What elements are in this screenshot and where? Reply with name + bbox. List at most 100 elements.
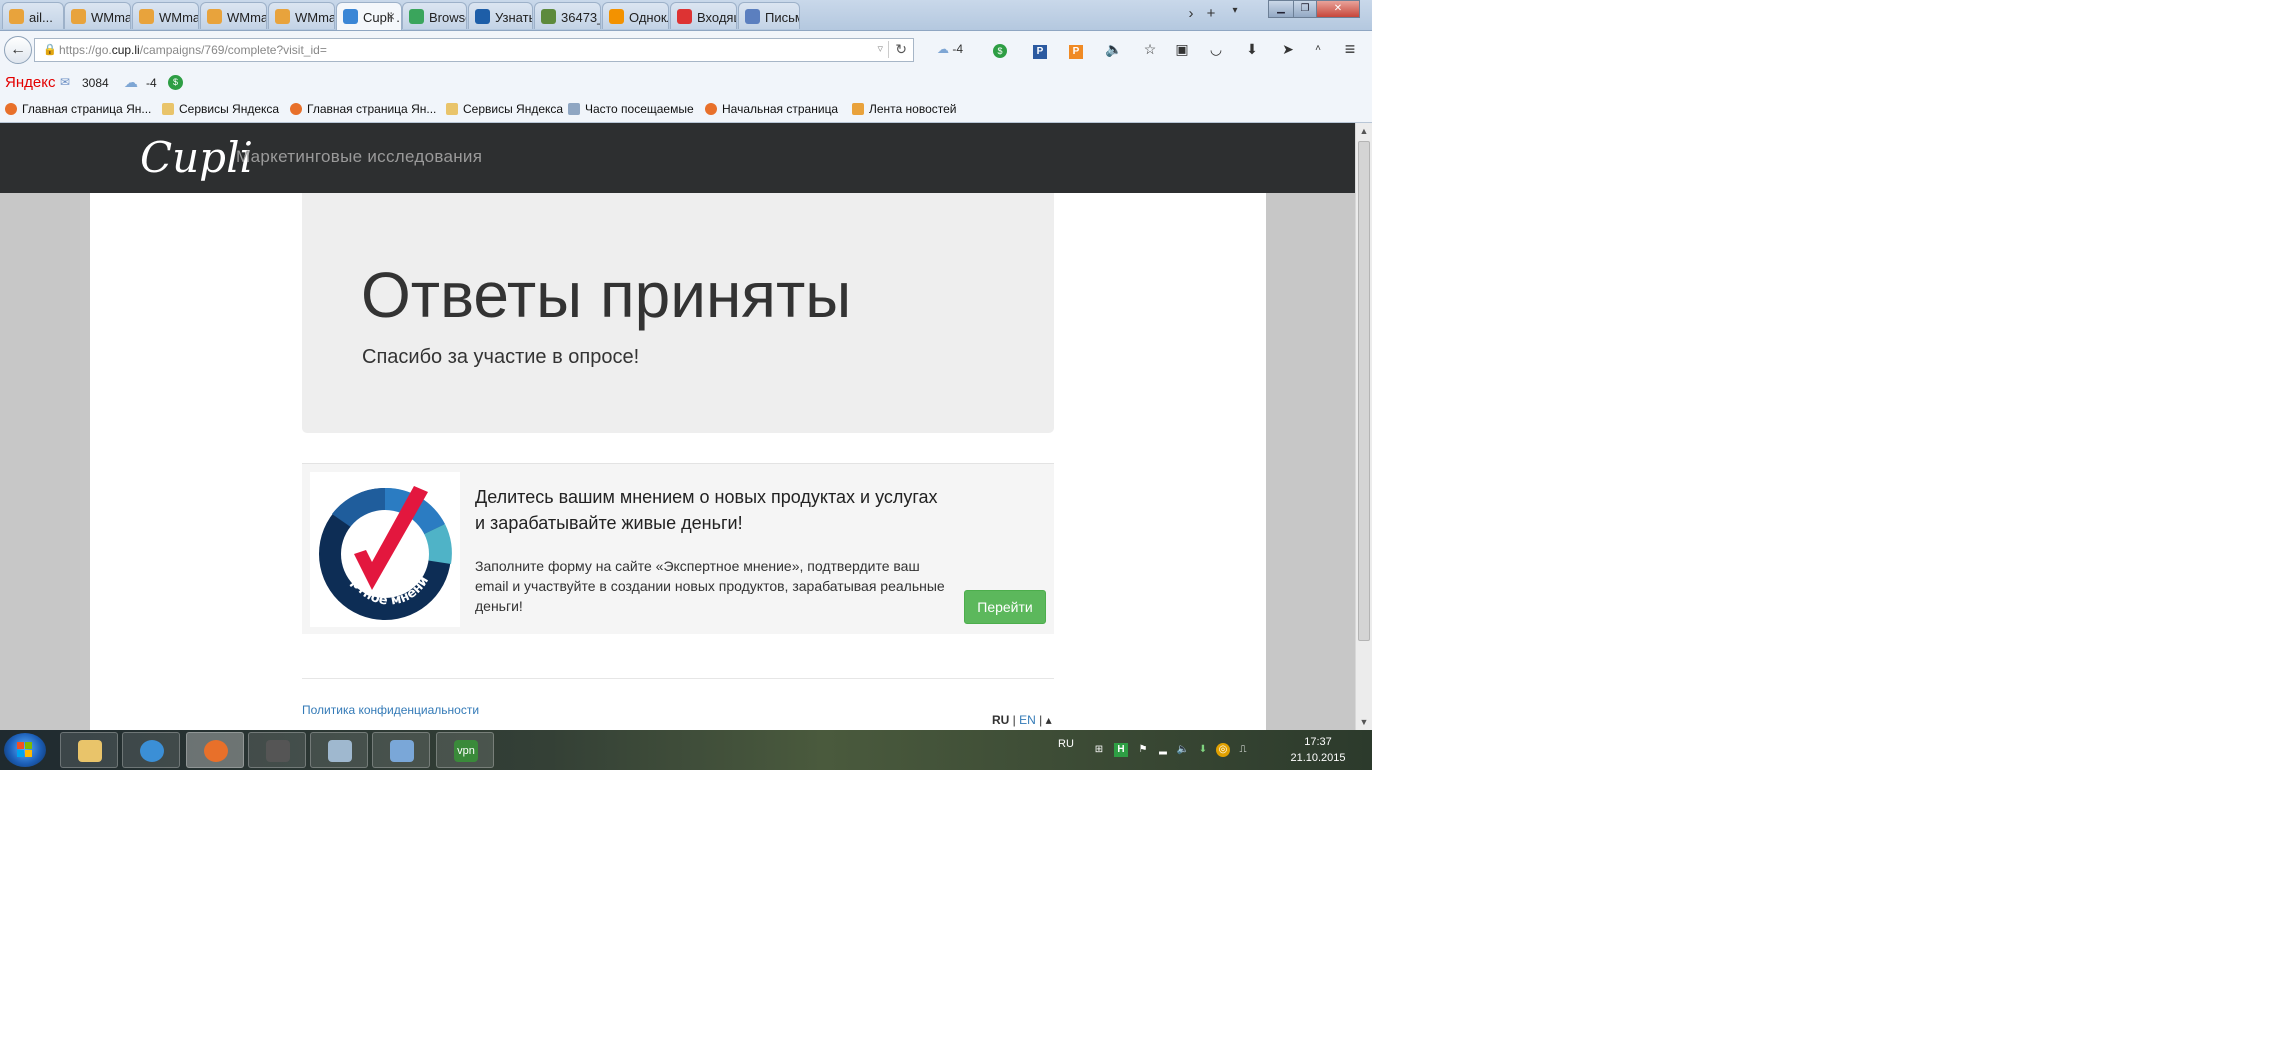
page-icon xyxy=(568,103,580,115)
tabs-scroll-right-icon[interactable]: › xyxy=(1182,5,1200,22)
lang-ru[interactable]: RU xyxy=(992,713,1009,727)
tab-2[interactable]: WMmail.... xyxy=(64,2,131,29)
bookmark-star-icon[interactable]: ☆ xyxy=(1140,39,1160,59)
bookmark-item[interactable]: Главная страница Ян... xyxy=(5,102,151,116)
start-button[interactable] xyxy=(4,733,46,767)
tray-app-icon[interactable]: ⬇ xyxy=(1196,743,1210,757)
r-extension-icon[interactable]: P xyxy=(1066,39,1086,59)
tab-4[interactable]: WMmail.... xyxy=(200,2,267,29)
taskbar-button[interactable] xyxy=(60,732,118,768)
usb-icon[interactable]: ⎍ xyxy=(1236,743,1250,757)
mail-icon[interactable]: ✉ xyxy=(60,75,70,89)
site-header: Cupli Маркетинговые исследования xyxy=(0,123,1355,193)
bookmark-item[interactable]: Сервисы Яндекса xyxy=(446,102,563,116)
mail-count[interactable]: 3084 xyxy=(82,76,109,90)
money-icon[interactable]: $ xyxy=(168,75,183,90)
reload-icon[interactable]: ↻ xyxy=(888,41,907,58)
wmmail-icon xyxy=(71,9,86,24)
weather-widget[interactable]: ☁ -4 xyxy=(930,39,970,59)
tab-label: 36473_Be... xyxy=(561,10,600,25)
lang-menu-toggle[interactable]: | ▴ xyxy=(1036,713,1051,727)
bookmark-item[interactable]: Лента новостей xyxy=(852,102,957,116)
clock[interactable]: 17:37 21.10.2015 xyxy=(1278,734,1358,766)
url-text[interactable]: https://go.cup.li/campaigns/769/complete… xyxy=(59,43,327,57)
menu-icon[interactable]: ≡ xyxy=(1340,39,1360,59)
tab-1[interactable]: ail... xyxy=(2,2,64,29)
yandex-logo[interactable]: Яндекс xyxy=(5,74,55,91)
tab-6[interactable]: Cupli ...× xyxy=(336,2,402,30)
bookmarks-bar: Главная страница Ян... Сервисы Яндекса Гла… xyxy=(0,98,1372,123)
minimize-button[interactable]: ▁ xyxy=(1268,0,1294,18)
taskbar-button[interactable] xyxy=(310,732,368,768)
footer-divider xyxy=(302,678,1054,679)
bookmark-label: Главная страница Ян... xyxy=(307,102,437,116)
tab-12[interactable]: Письмо ... xyxy=(738,2,800,29)
tab-label: WMmail.... xyxy=(159,10,199,25)
mail-icon xyxy=(9,9,24,24)
h-app-icon[interactable]: H xyxy=(1114,743,1128,757)
navigation-bar: ← 🔒 https://go.cup.li/campaigns/769/comp… xyxy=(0,31,1372,68)
speaker-icon[interactable]: 🔈 xyxy=(1104,39,1124,59)
taskbar-button[interactable]: vpn xyxy=(436,732,494,768)
yandex-weather[interactable]: -4 xyxy=(146,76,157,90)
download-icon[interactable]: ⬇ xyxy=(1242,39,1262,59)
close-window-button[interactable]: ✕ xyxy=(1316,0,1360,18)
yandex-bar: Яндекс ✉ 3084 ☁ -4 $ xyxy=(0,68,1372,98)
keyboard-language[interactable]: RU xyxy=(1058,738,1074,750)
tab-10[interactable]: Однокла... xyxy=(602,2,669,29)
taskbar-button[interactable] xyxy=(122,732,180,768)
url-dropdown-icon[interactable]: ▿ xyxy=(877,42,883,55)
taskbar-button[interactable] xyxy=(248,732,306,768)
chevron-up-icon[interactable]: ˄ xyxy=(1308,39,1328,59)
tab-3[interactable]: WMmail.... xyxy=(132,2,199,29)
wmmail-icon xyxy=(207,9,222,24)
tab-label: Однокла... xyxy=(629,10,668,25)
url-bar[interactable]: 🔒 https://go.cup.li/campaigns/769/comple… xyxy=(34,38,914,62)
photo-viewer-icon xyxy=(390,740,414,762)
app-icon xyxy=(328,740,352,762)
windows-flag-icon[interactable]: ⊞ xyxy=(1092,743,1106,757)
tab-list-icon[interactable]: ▾ xyxy=(1226,5,1244,16)
bookmark-item[interactable]: Главная страница Ян... xyxy=(290,102,436,116)
explorer-icon xyxy=(78,740,102,762)
privacy-policy-link[interactable]: Политика конфиденциальности xyxy=(302,703,479,717)
cloud-icon[interactable]: ☁ xyxy=(124,74,138,91)
volume-icon[interactable]: 🔈 xyxy=(1176,743,1190,757)
vertical-scrollbar[interactable]: ▲ ▼ xyxy=(1355,123,1372,730)
back-button[interactable]: ← xyxy=(4,36,32,64)
taskbar-button[interactable] xyxy=(186,732,244,768)
tab-11[interactable]: Входящи... xyxy=(670,2,737,29)
lang-en[interactable]: EN xyxy=(1019,713,1036,727)
scroll-down-icon[interactable]: ▼ xyxy=(1356,714,1372,730)
p-extension-icon[interactable]: P xyxy=(1030,39,1050,59)
go-button[interactable]: Перейти xyxy=(964,590,1046,624)
taskbar-button[interactable] xyxy=(372,732,430,768)
promo-heading: Делитесь вашим мнением о новых продуктах… xyxy=(475,484,995,536)
network-signal-icon[interactable]: ▂ xyxy=(1156,743,1170,757)
tab-7[interactable]: Browsec ... xyxy=(402,2,467,29)
adguard-icon[interactable]: $ xyxy=(990,39,1010,59)
new-tab-icon[interactable]: + xyxy=(1202,5,1220,22)
coin-app-icon[interactable]: ◎ xyxy=(1216,743,1230,757)
bookmark-item[interactable]: Сервисы Яндекса xyxy=(162,102,279,116)
scroll-up-icon[interactable]: ▲ xyxy=(1356,123,1372,139)
expert-opinion-logo[interactable]: экспертное мнение xyxy=(306,461,460,627)
tab-strip: ail... WMmail.... WMmail.... WMmail.... WMma… xyxy=(0,0,1372,31)
tab-label: ail... xyxy=(29,10,53,25)
tab-5[interactable]: WMmail.... xyxy=(268,2,335,29)
close-tab-icon[interactable]: × xyxy=(387,8,395,24)
tab-8[interactable]: Узнать IP... xyxy=(468,2,533,29)
clipboard-icon[interactable]: ▣ xyxy=(1172,39,1192,59)
tab-9[interactable]: 36473_Be... xyxy=(534,2,601,29)
scrollbar-thumb[interactable] xyxy=(1358,141,1370,641)
pocket-icon[interactable]: ◡ xyxy=(1206,39,1226,59)
site-nav-title[interactable]: Маркетинговые исследования xyxy=(236,147,482,167)
vpn-icon: vpn xyxy=(454,740,478,762)
bookmark-item[interactable]: Начальная страница xyxy=(705,102,838,116)
maximize-button[interactable]: ❐ xyxy=(1293,0,1317,18)
flag-icon[interactable]: ⚑ xyxy=(1136,743,1150,757)
bookmark-item[interactable]: Часто посещаемые xyxy=(568,102,694,116)
send-icon[interactable]: ➤ xyxy=(1278,39,1298,59)
bookmark-label: Начальная страница xyxy=(722,102,839,116)
tab-label: WMmail.... xyxy=(295,10,335,25)
